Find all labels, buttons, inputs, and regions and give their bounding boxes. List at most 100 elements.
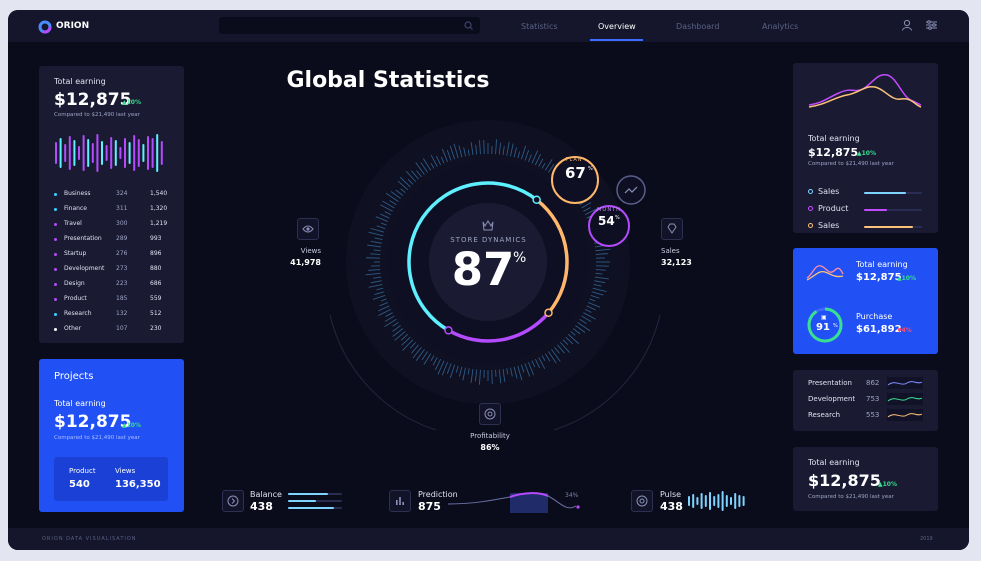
legend-label: Sales	[818, 187, 840, 196]
profitability-icon-button[interactable]	[479, 403, 501, 425]
user-icon[interactable]	[901, 19, 913, 31]
profitability-value: 86%	[480, 443, 500, 452]
bar-mark	[68, 136, 71, 170]
purchase-label: Purchase	[856, 312, 893, 321]
sales-icon-button[interactable]	[661, 218, 683, 240]
bar-mark	[96, 134, 99, 172]
mini-row: Presentation 862	[808, 377, 928, 391]
sales-value: 32,123	[661, 258, 692, 267]
legend-ring-icon	[808, 189, 813, 194]
right-earning-value: $12,875	[808, 146, 859, 159]
category-row: Finance 311 1,320	[54, 205, 179, 220]
pulse-bar	[734, 493, 737, 509]
category-count: 273	[116, 265, 128, 272]
balance-bars	[288, 493, 342, 509]
search-input[interactable]	[219, 17, 480, 34]
pulse-bar	[713, 496, 716, 506]
mini-row-value: 553	[866, 411, 880, 419]
bar-mark	[91, 143, 94, 163]
footer-year: 2019	[920, 536, 933, 542]
bar-mark	[137, 139, 140, 167]
bar-mark	[55, 142, 57, 164]
prediction-icon-button[interactable]	[389, 490, 411, 512]
category-dot	[54, 238, 57, 241]
earning-bar-chart	[55, 134, 163, 172]
legend-ring-icon	[808, 206, 813, 211]
category-count: 276	[116, 250, 128, 257]
category-count: 107	[116, 325, 128, 332]
category-dot	[54, 193, 57, 196]
tab-statistics[interactable]: Statistics	[521, 22, 558, 31]
earning-wave-chart	[808, 74, 922, 108]
category-label: Development	[64, 265, 105, 272]
mini-sparkline	[887, 409, 923, 421]
bar-mark	[128, 142, 131, 164]
settings-sliders-icon[interactable]	[925, 19, 938, 31]
category-label: Finance	[64, 205, 87, 212]
month-value: 54	[598, 214, 615, 228]
pulse-label: Pulse	[660, 490, 682, 499]
bar-mark	[110, 137, 113, 169]
right-earning-caption: Compared to $21,490 last year	[808, 161, 894, 167]
tab-overview[interactable]: Overview	[598, 22, 636, 31]
diamond-icon	[667, 223, 677, 234]
plan-label: PLAN	[565, 157, 583, 163]
pulse-bar	[700, 493, 703, 509]
category-dot	[54, 328, 57, 331]
orion-logo-icon	[38, 19, 52, 34]
bar-mark	[133, 135, 136, 171]
bar-mark	[119, 147, 122, 159]
bar-mark	[160, 141, 163, 165]
category-row: Travel 300 1,219	[54, 220, 179, 235]
category-dot	[54, 253, 57, 256]
category-label: Design	[64, 280, 85, 287]
mini-sparkline	[887, 377, 923, 389]
legend-ring-icon	[808, 223, 813, 228]
mini-row: Development 753	[808, 393, 928, 407]
views-value: 41,978	[290, 258, 321, 267]
bottom-earning-value: $12,875	[808, 471, 881, 490]
balance-icon-button[interactable]	[222, 490, 244, 512]
page-title: Global Statistics	[286, 68, 490, 93]
bar-mark	[82, 135, 85, 171]
legend-row: Sales	[808, 187, 924, 196]
purchase-earning-value: $12,875	[856, 272, 902, 283]
legend-level-bar	[864, 226, 914, 228]
pulse-value: 438	[660, 500, 683, 513]
eye-icon	[302, 225, 314, 233]
category-dot	[54, 223, 57, 226]
views-value: 136,350	[115, 479, 161, 490]
projects-caption: Compared to $21,490 last year	[54, 435, 140, 441]
bag-icon: ▣	[821, 314, 827, 321]
right-earning-title: Total earning	[808, 134, 860, 143]
pulse-icon-button[interactable]	[631, 490, 653, 512]
category-label: Business	[64, 190, 91, 197]
tab-analytics[interactable]: Analytics	[762, 22, 798, 31]
trend-badge[interactable]	[616, 175, 646, 205]
active-tab-indicator	[590, 39, 643, 41]
plan-pct: %	[588, 166, 593, 172]
legend-label: Sales	[818, 221, 840, 230]
bar-mark	[64, 144, 67, 162]
gauge-knob-3	[444, 326, 453, 335]
pulse-bar	[717, 494, 720, 508]
mini-row-label: Presentation	[808, 379, 852, 387]
bar-chart-icon	[396, 497, 404, 505]
category-label: Presentation	[64, 235, 102, 242]
category-count: 324	[116, 190, 128, 197]
mini-row-label: Development	[808, 395, 856, 403]
category-label: Travel	[64, 220, 82, 227]
gauge-knob-2	[544, 308, 553, 318]
legend-label: Product	[818, 204, 849, 213]
target-icon	[484, 408, 496, 420]
category-total: 512	[150, 310, 162, 317]
category-label: Startup	[64, 250, 87, 257]
projects-earning-value: $12,875	[54, 412, 132, 432]
bar-mark	[87, 139, 90, 167]
projects-stats-box: Product 540 Views 136,350	[54, 457, 168, 501]
views-icon-button[interactable]	[297, 218, 319, 240]
purchase-earning-title: Total earning	[856, 260, 908, 269]
category-count: 223	[116, 280, 128, 287]
ring-pct: %	[833, 323, 838, 329]
tab-dashboard[interactable]: Dashboard	[676, 22, 719, 31]
